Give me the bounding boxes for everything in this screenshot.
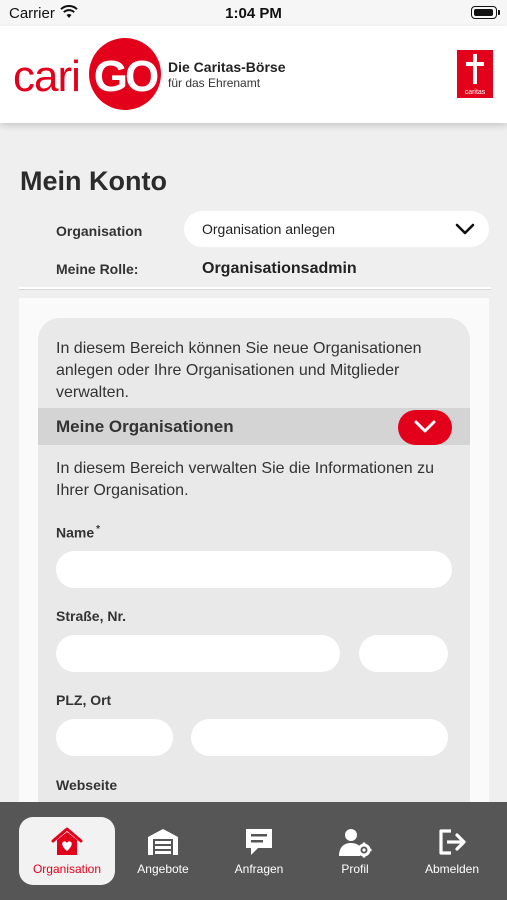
status-bar: Carrier 1:04 PM [0, 0, 507, 26]
caritas-logo-text: caritas [464, 89, 486, 96]
tab-angebote[interactable]: Angebote [115, 817, 211, 885]
name-field-label: Name * [56, 524, 100, 541]
tab-label: Organisation [32, 862, 102, 876]
garage-icon [148, 829, 178, 855]
tab-label: Abmelden [424, 862, 480, 876]
user-gear-icon [339, 829, 372, 858]
tab-label: Angebote [137, 862, 189, 876]
divider [19, 287, 491, 290]
name-label-text: Name [56, 524, 95, 541]
name-input[interactable] [56, 551, 452, 588]
role-value: Organisationsadmin [202, 260, 357, 277]
tab-anfragen[interactable]: Anfragen [211, 817, 307, 885]
tab-organisation[interactable]: Organisation [19, 817, 115, 885]
tab-profil[interactable]: Profil [307, 817, 403, 885]
page-title: Mein Konto [20, 166, 167, 196]
logout-icon [439, 829, 466, 855]
zip-city-field-label: PLZ, Ort [56, 692, 112, 708]
tagline-line1: Die Caritas-Börse [168, 59, 286, 75]
required-mark: * [96, 524, 101, 535]
section-description: In diesem Bereich verwalten Sie die Info… [56, 460, 434, 499]
chevron-down-icon [414, 420, 436, 433]
intro-text: In diesem Bereich können Sie neue Organi… [56, 340, 422, 401]
house-heart-icon [51, 827, 83, 855]
clock: 1:04 PM [225, 5, 282, 22]
carigo-logo[interactable]: cari GO [13, 38, 163, 110]
caritas-logo: caritas [457, 50, 493, 98]
battery-icon [471, 6, 500, 19]
chevron-down-icon [455, 223, 475, 235]
logo-text-go: GO [93, 52, 159, 101]
collapse-toggle-button[interactable] [398, 410, 452, 445]
organisation-select[interactable]: Organisation anlegen [184, 211, 489, 247]
tab-abmelden[interactable]: Abmelden [404, 817, 500, 885]
app-header: cari GO Die Caritas-Börse für das Ehrena… [0, 26, 507, 123]
chat-bubble-icon [246, 829, 272, 855]
zip-input[interactable] [56, 719, 173, 756]
street-field-label: Straße, Nr. [56, 608, 127, 624]
caritas-flame-cross-icon [466, 54, 484, 84]
tab-label: Anfragen [234, 862, 284, 876]
tagline-line2: für das Ehrenamt [168, 76, 261, 90]
house-number-input[interactable] [359, 635, 448, 672]
tab-label: Profil [341, 862, 369, 876]
street-input[interactable] [56, 635, 340, 672]
section-title: Meine Organisationen [56, 417, 234, 436]
organisation-label: Organisation [56, 223, 143, 239]
website-field-label: Webseite [56, 777, 118, 793]
role-label: Meine Rolle: [56, 261, 139, 277]
bottom-tab-bar: Organisation Angebote Anfragen Profil Ab… [0, 802, 507, 900]
logo-text-cari: cari [13, 52, 81, 101]
organisation-select-value: Organisation anlegen [202, 221, 336, 237]
city-input[interactable] [191, 719, 448, 756]
